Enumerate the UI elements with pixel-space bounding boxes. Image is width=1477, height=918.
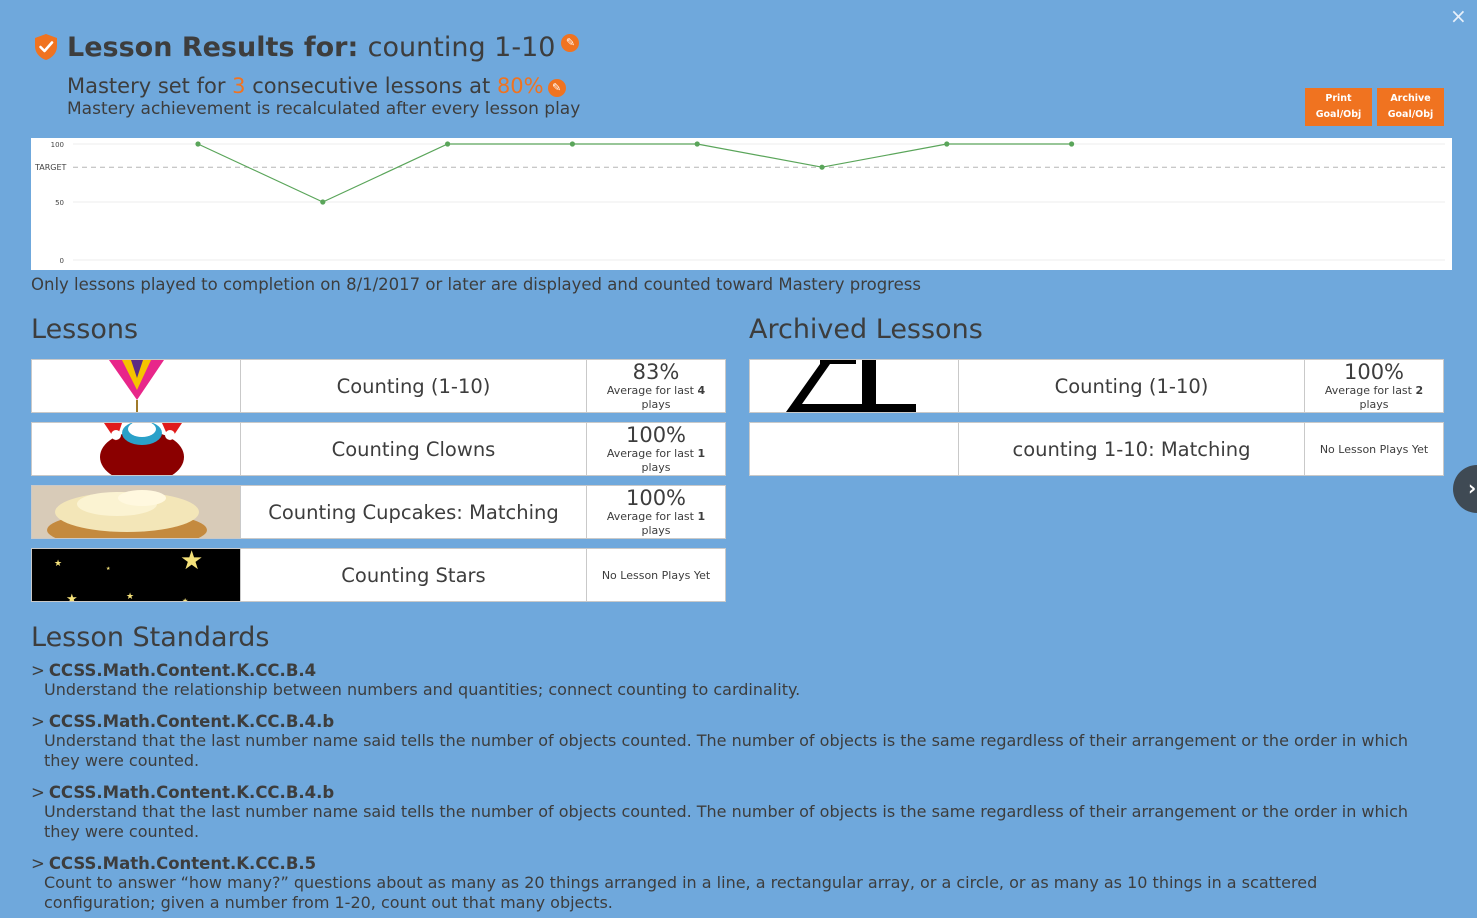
svg-text:★: ★ bbox=[66, 592, 78, 601]
standard-code[interactable]: > CCSS.Math.Content.K.CC.B.5 bbox=[31, 854, 1431, 873]
lesson-name: Counting Clowns bbox=[241, 423, 587, 475]
archived-lesson-row[interactable]: counting 1-10: Matching No Lesson Plays … bbox=[749, 422, 1444, 476]
print-goal-button[interactable]: Print Goal/Obj bbox=[1305, 88, 1372, 126]
clown-thumbnail bbox=[32, 423, 241, 475]
svg-text:★: ★ bbox=[126, 592, 134, 601]
goal-name: counting 1-10 bbox=[367, 32, 556, 63]
lesson-name: Counting (1-10) bbox=[959, 360, 1305, 412]
number-thumbnail bbox=[750, 360, 959, 412]
standards-list: > CCSS.Math.Content.K.CC.B.4 Understand t… bbox=[31, 661, 1431, 918]
series-line bbox=[197, 143, 1072, 203]
results-chart: 100 TARGET 50 0 bbox=[31, 138, 1452, 270]
edit-mastery-icon[interactable]: ✎ bbox=[547, 79, 566, 97]
data-point bbox=[944, 141, 950, 147]
data-point bbox=[195, 141, 201, 147]
archived-lesson-row[interactable]: Counting (1-10) 100% Average for last 2p… bbox=[749, 359, 1444, 413]
y-tick-label: TARGET bbox=[34, 163, 67, 172]
data-point bbox=[694, 141, 700, 147]
lesson-name: counting 1-10: Matching bbox=[959, 423, 1305, 475]
standard-item: > CCSS.Math.Content.K.CC.B.5 Count to ans… bbox=[31, 854, 1431, 913]
lesson-name: Counting (1-10) bbox=[241, 360, 587, 412]
stars-thumbnail: ★ ★ ★ ★ ★ ★ bbox=[32, 549, 241, 601]
lesson-score: 100% Average for last 2 plays bbox=[1324, 360, 1424, 411]
standard-item: > CCSS.Math.Content.K.CC.B.4.b Understand… bbox=[31, 712, 1431, 771]
shield-check-icon bbox=[35, 34, 57, 60]
chevron-right-icon: › bbox=[1468, 476, 1477, 500]
svg-text:★: ★ bbox=[182, 597, 188, 601]
svg-text:★: ★ bbox=[54, 559, 62, 569]
results-line-chart: 100 TARGET 50 0 bbox=[34, 141, 1445, 265]
lesson-score: 83% Average for last 4 plays bbox=[606, 360, 706, 411]
data-point bbox=[445, 141, 451, 147]
standard-code[interactable]: > CCSS.Math.Content.K.CC.B.4.b bbox=[31, 712, 1431, 731]
y-tick-label: 50 bbox=[55, 199, 64, 207]
svg-text:★: ★ bbox=[106, 566, 111, 572]
lesson-score: No Lesson Plays Yet bbox=[1319, 442, 1429, 456]
kite-thumbnail bbox=[32, 360, 241, 412]
mastery-percent: 80% bbox=[496, 74, 544, 98]
standard-description: Understand that the last number name sai… bbox=[44, 731, 1409, 770]
lesson-row[interactable]: Counting (1-10) 83% Average for last 4 pl… bbox=[31, 359, 726, 413]
close-icon[interactable]: × bbox=[1450, 6, 1467, 26]
lesson-score: 100% Average for last 1 plays bbox=[606, 423, 706, 474]
data-point bbox=[569, 141, 576, 147]
lesson-name: Counting Cupcakes: Matching bbox=[241, 486, 587, 538]
lesson-score: 100% Average for last 1 plays bbox=[606, 486, 706, 537]
lessons-title: Lessons bbox=[31, 314, 139, 345]
standard-item: > CCSS.Math.Content.K.CC.B.4.b Understand… bbox=[31, 783, 1431, 842]
data-point bbox=[819, 164, 825, 170]
page-title: Lesson Results for: counting 1-10 ✎ bbox=[67, 32, 580, 63]
lessons-list: Counting (1-10) 83% Average for last 4 pl… bbox=[31, 359, 726, 611]
standard-code[interactable]: > CCSS.Math.Content.K.CC.B.4 bbox=[31, 661, 1431, 680]
standard-description: Understand that the last number name sai… bbox=[44, 802, 1409, 841]
mastery-count: 3 bbox=[232, 74, 246, 98]
y-tick-label: 0 bbox=[60, 257, 64, 265]
archived-lessons-title: Archived Lessons bbox=[749, 314, 983, 345]
lesson-row[interactable]: ★ ★ ★ ★ ★ ★ Counting Stars No Lesson Pla… bbox=[31, 548, 726, 602]
archived-lessons-list: Counting (1-10) 100% Average for last 2p… bbox=[749, 359, 1444, 485]
next-arrow-button[interactable]: › bbox=[1453, 465, 1477, 513]
standard-code[interactable]: > CCSS.Math.Content.K.CC.B.4.b bbox=[31, 783, 1431, 802]
completion-note: Only lessons played to completion on 8/1… bbox=[31, 275, 921, 294]
y-tick-label: 100 bbox=[51, 141, 64, 149]
data-point bbox=[320, 199, 326, 205]
lesson-row[interactable]: Counting Cupcakes: Matching 100% Average… bbox=[31, 485, 726, 539]
standard-item: > CCSS.Math.Content.K.CC.B.4 Understand t… bbox=[31, 661, 1431, 700]
archive-goal-button[interactable]: Archive Goal/Obj bbox=[1377, 88, 1444, 126]
blank-thumbnail bbox=[750, 423, 959, 475]
mastery-setting: Mastery set for 3 consecutive lessons at… bbox=[67, 74, 566, 98]
cupcake-thumbnail bbox=[32, 486, 241, 538]
data-point bbox=[1069, 141, 1075, 147]
lesson-row[interactable]: Counting Clowns 100% Average for last 1p… bbox=[31, 422, 726, 476]
svg-text:★: ★ bbox=[180, 549, 203, 576]
mastery-note: Mastery achievement is recalculated afte… bbox=[67, 99, 581, 119]
edit-goal-icon[interactable]: ✎ bbox=[561, 34, 580, 52]
standards-title: Lesson Standards bbox=[31, 622, 270, 653]
standard-description: Count to answer “how many?” questions ab… bbox=[44, 873, 1318, 912]
lesson-name: Counting Stars bbox=[241, 549, 587, 601]
title-label: Lesson Results for: bbox=[67, 32, 359, 63]
lesson-score: No Lesson Plays Yet bbox=[601, 568, 711, 582]
standard-description: Understand the relationship between numb… bbox=[44, 680, 801, 699]
